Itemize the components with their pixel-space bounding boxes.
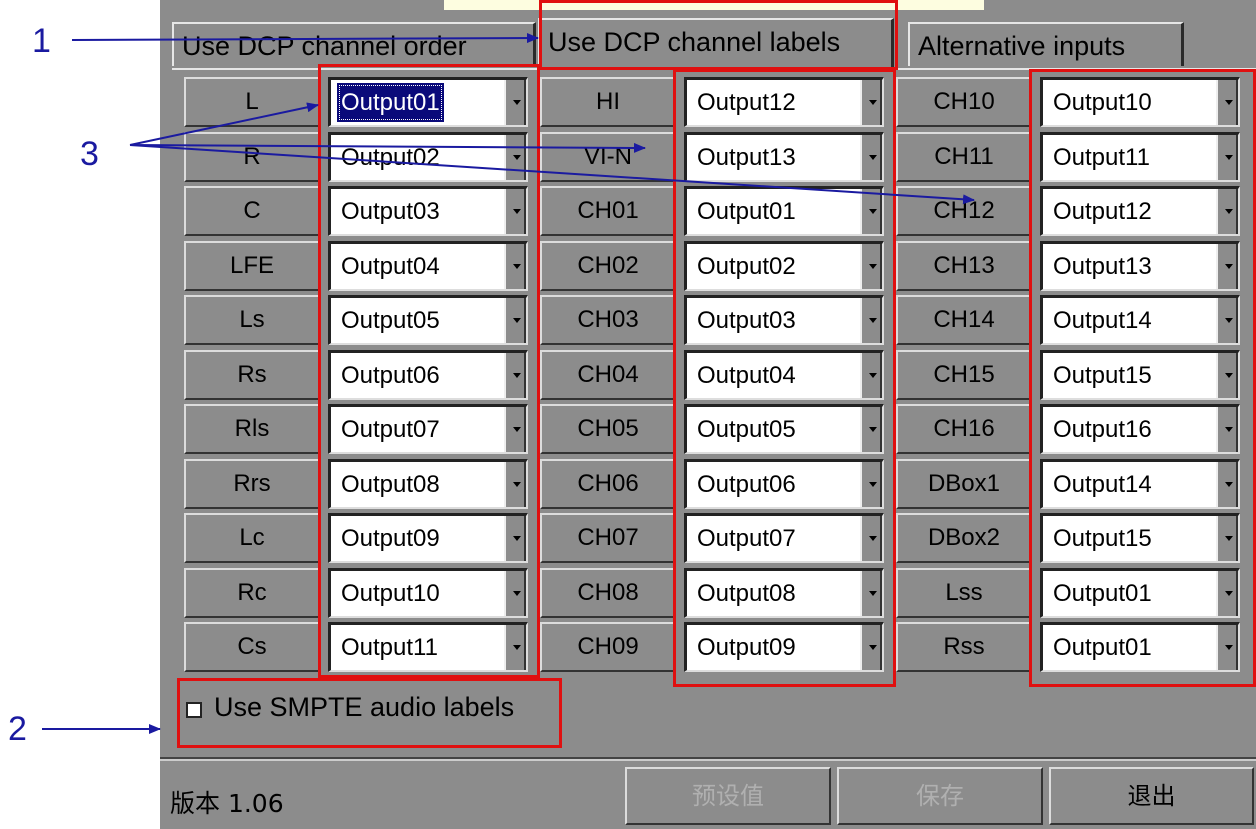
channel-label: LFE (184, 241, 320, 291)
channel-label: VI-N (540, 132, 676, 182)
channel-label: CH06 (540, 459, 676, 509)
channel-label: Rss (896, 622, 1032, 672)
highlight-box-column-3 (1029, 69, 1256, 687)
channel-label: CH04 (540, 350, 676, 400)
preset-button[interactable]: 预设值 (625, 767, 831, 825)
channel-label: Rs (184, 350, 320, 400)
channel-label: Ls (184, 295, 320, 345)
highlight-box-column-2 (673, 69, 896, 687)
channel-label: CH08 (540, 568, 676, 618)
channel-label: CH10 (896, 77, 1032, 127)
channel-label: CH01 (540, 186, 676, 236)
channel-label: R (184, 132, 320, 182)
channel-label: CH11 (896, 132, 1032, 182)
tab-dcp-channel-order[interactable]: Use DCP channel order (172, 22, 536, 66)
channel-label: CH13 (896, 241, 1032, 291)
save-button[interactable]: 保存 (837, 767, 1043, 825)
channel-label: Lss (896, 568, 1032, 618)
channel-label: Rrs (184, 459, 320, 509)
channel-label: DBox2 (896, 513, 1032, 563)
highlight-box-column-1 (318, 64, 540, 678)
exit-button[interactable]: 退出 (1049, 767, 1254, 825)
channel-label: Rc (184, 568, 320, 618)
channel-label: C (184, 186, 320, 236)
channel-label: Cs (184, 622, 320, 672)
channel-label: DBox1 (896, 459, 1032, 509)
channel-label: CH05 (540, 404, 676, 454)
highlight-box-smpte (177, 678, 562, 748)
channel-label: CH02 (540, 241, 676, 291)
channel-label: Lc (184, 513, 320, 563)
highlight-box-tab (539, 0, 898, 70)
version-label: 版本 1.06 (170, 789, 284, 818)
channel-label: CH15 (896, 350, 1032, 400)
footer-divider-highlight (160, 759, 1256, 761)
channel-label: CH07 (540, 513, 676, 563)
channel-label: CH12 (896, 186, 1032, 236)
channel-label: HI (540, 77, 676, 127)
callout-2: 2 (8, 710, 27, 748)
channel-label: CH14 (896, 295, 1032, 345)
channel-label: CH03 (540, 295, 676, 345)
channel-label: L (184, 77, 320, 127)
channel-label: CH16 (896, 404, 1032, 454)
channel-label: Rls (184, 404, 320, 454)
callout-3: 3 (80, 135, 99, 173)
callout-1: 1 (32, 22, 51, 60)
tab-alternative-inputs[interactable]: Alternative inputs (908, 22, 1184, 66)
channel-label: CH09 (540, 622, 676, 672)
